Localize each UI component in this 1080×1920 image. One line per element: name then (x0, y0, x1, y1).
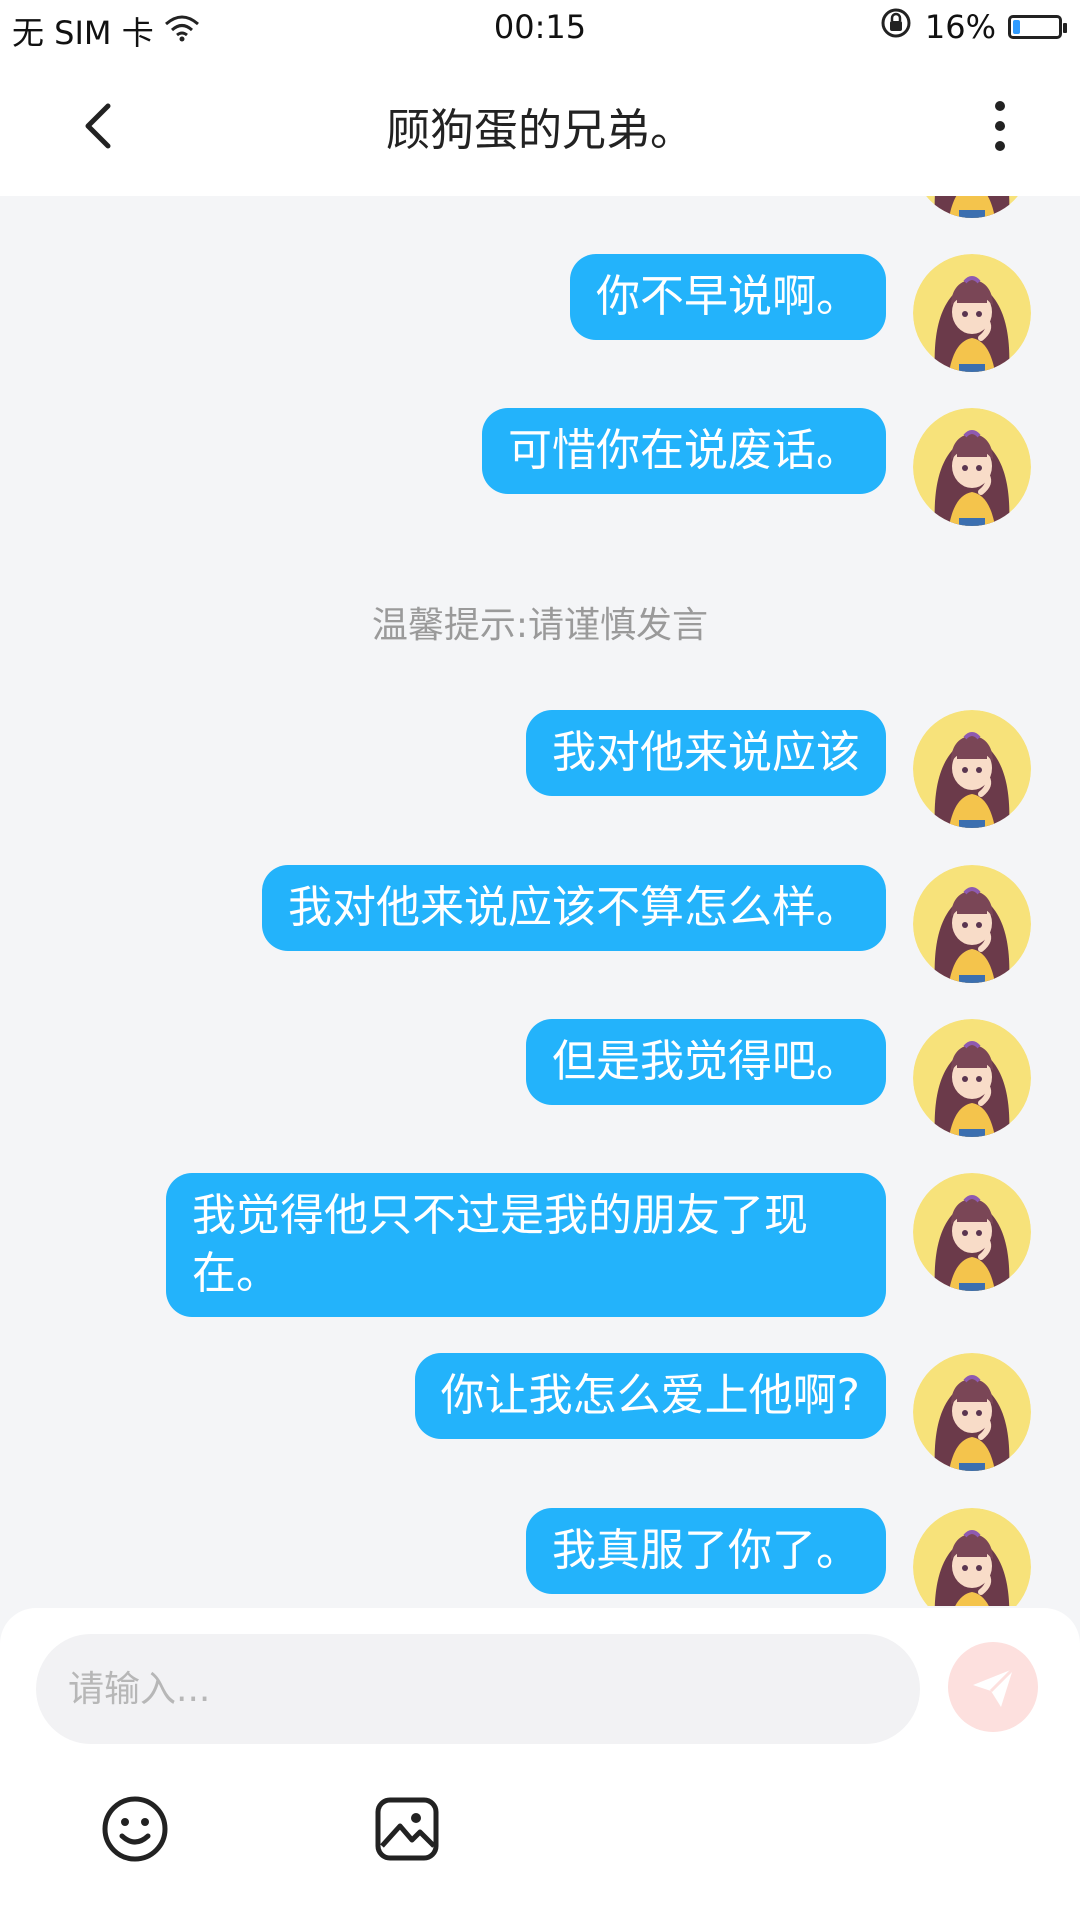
message-bubble[interactable]: 我真服了你了。 (526, 1508, 886, 1594)
message-bubble[interactable]: 你不早说啊。 (570, 254, 886, 340)
message-bubble[interactable]: 我对他来说应该不算怎么样。 (262, 865, 886, 951)
avatar[interactable] (913, 710, 1031, 828)
message-bubble[interactable]: 我觉得他只不过是我的朋友了现在。 (166, 1173, 886, 1317)
input-panel (0, 1608, 1080, 1920)
send-button[interactable] (948, 1642, 1038, 1732)
image-icon (375, 1797, 439, 1861)
message-bubble[interactable]: 可惜你在说废话。 (482, 408, 886, 494)
message-bubble[interactable]: 但是我觉得吧。 (526, 1019, 886, 1105)
image-button[interactable] (372, 1794, 442, 1864)
avatar[interactable] (913, 1508, 1031, 1606)
avatar[interactable] (913, 196, 1031, 218)
avatar[interactable] (913, 865, 1031, 983)
battery-percent: 16% (924, 8, 996, 46)
chat-message-list[interactable]: 你不早说啊。 可惜你在说废话。 温馨提示:请谨慎发言 我对他来说应该 我对他来说… (0, 196, 1080, 1606)
avatar[interactable] (913, 1353, 1031, 1471)
notice-text: 温馨提示:请谨慎发言 (371, 605, 709, 646)
avatar[interactable] (913, 1019, 1031, 1137)
message-input[interactable] (36, 1634, 920, 1744)
emoji-button[interactable] (100, 1794, 170, 1864)
send-icon (973, 1667, 1015, 1707)
message-bubble[interactable]: 我对他来说应该 (526, 710, 886, 796)
more-vertical-icon (995, 101, 1005, 151)
avatar[interactable] (913, 254, 1031, 372)
page-title: 顾狗蛋的兄弟。 (386, 105, 694, 156)
avatar[interactable] (913, 1173, 1031, 1291)
rotation-lock-icon (879, 6, 913, 48)
message-bubble[interactable]: 你让我怎么爱上他啊? (414, 1353, 886, 1439)
battery-level (1013, 20, 1020, 34)
more-options-button[interactable] (980, 96, 1020, 156)
status-right: 16% (879, 6, 1067, 48)
battery-icon (1008, 15, 1067, 39)
avatar[interactable] (913, 408, 1031, 526)
status-bar: 无 SIM 卡 00:15 16% (0, 0, 1080, 56)
emoji-icon (102, 1796, 168, 1862)
chat-header: 顾狗蛋的兄弟。 (0, 56, 1080, 196)
